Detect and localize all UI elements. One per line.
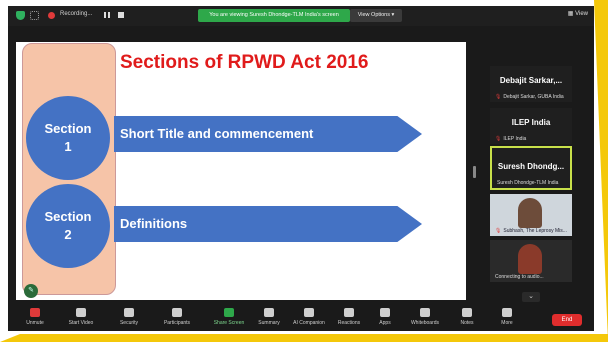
decorative-yellow-frame-bottom — [0, 334, 608, 342]
recording-label: Recording... — [60, 11, 93, 17]
share-screen-icon — [224, 308, 234, 317]
meeting-top-bar: Recording... You are viewing Suresh Dhon… — [8, 6, 594, 26]
shared-slide: Sections of RPWD Act 2016 Section 1 Shor… — [16, 42, 466, 300]
view-button[interactable]: ▦ View — [568, 10, 588, 17]
recording-dot-icon — [48, 12, 55, 19]
participant-tile[interactable]: Debajit Sarkar,... 🎙 Debajit Sarkar, GUBA… — [490, 66, 572, 102]
scroll-down-chevron-icon[interactable]: ⌄ — [522, 292, 540, 302]
mic-off-icon: 🎙 — [495, 228, 502, 234]
zoom-meeting-window: Recording... You are viewing Suresh Dhon… — [8, 6, 594, 331]
slide-title: Sections of RPWD Act 2016 — [120, 52, 369, 73]
summary-icon — [264, 308, 274, 317]
participant-video-image — [518, 198, 542, 228]
section-1-circle: Section 1 — [26, 96, 110, 180]
apps-button[interactable]: Apps — [364, 308, 406, 330]
section-2-arrow: Definitions — [114, 206, 422, 242]
grid-icon[interactable] — [30, 11, 39, 20]
participant-video-tile[interactable]: 🎙 Subhash, The Leprosy Mis... — [490, 194, 572, 236]
panel-resize-handle[interactable] — [473, 166, 476, 178]
shield-icon — [124, 308, 134, 317]
participant-tile-active-speaker[interactable]: Suresh Dhondg... Suresh Dhondge-TLM Indi… — [490, 146, 572, 190]
annotate-pen-icon[interactable]: ✎ — [24, 284, 38, 298]
apps-icon — [380, 308, 390, 317]
viewing-screen-banner: You are viewing Suresh Dhondge-TLM India… — [198, 9, 350, 22]
video-off-icon — [76, 308, 86, 317]
people-icon — [172, 308, 182, 317]
mic-off-icon: 🎙 — [495, 136, 502, 142]
reaction-icon — [344, 308, 354, 317]
start-video-button[interactable]: Start Video — [60, 308, 102, 330]
ai-companion-button[interactable]: AI Companion — [288, 308, 330, 330]
end-meeting-button[interactable]: End — [552, 314, 582, 326]
pause-recording-icon[interactable] — [104, 12, 110, 18]
participants-button[interactable]: Participants — [156, 308, 198, 330]
mic-off-icon — [30, 308, 40, 317]
more-button[interactable]: More — [486, 308, 528, 330]
participant-tile[interactable]: ILEP India 🎙 ILEP India — [490, 108, 572, 144]
summary-button[interactable]: Summary — [248, 308, 290, 330]
stop-recording-icon[interactable] — [118, 12, 124, 18]
notes-button[interactable]: Notes — [446, 308, 488, 330]
notes-icon — [462, 308, 472, 317]
mic-off-icon: 🎙 — [495, 94, 502, 100]
whiteboard-icon — [420, 308, 430, 317]
security-button[interactable]: Security — [108, 308, 150, 330]
decorative-yellow-frame-right — [594, 0, 608, 342]
share-screen-button[interactable]: Share Screen — [208, 308, 250, 330]
meeting-toolbar: Unmute Start Video Security Participants… — [8, 306, 594, 331]
section-1-arrow: Short Title and commencement — [114, 116, 422, 152]
participant-video-image — [518, 244, 542, 274]
whiteboards-button[interactable]: Whiteboards — [404, 308, 446, 330]
security-shield-icon[interactable] — [16, 11, 25, 20]
view-options-button[interactable]: View Options ▾ — [350, 9, 402, 22]
section-2-circle: Section 2 — [26, 184, 110, 268]
participant-video-tile[interactable]: Connecting to audio... — [490, 240, 572, 282]
more-icon — [502, 308, 512, 317]
unmute-button[interactable]: Unmute — [14, 308, 56, 330]
sparkle-icon — [304, 308, 314, 317]
